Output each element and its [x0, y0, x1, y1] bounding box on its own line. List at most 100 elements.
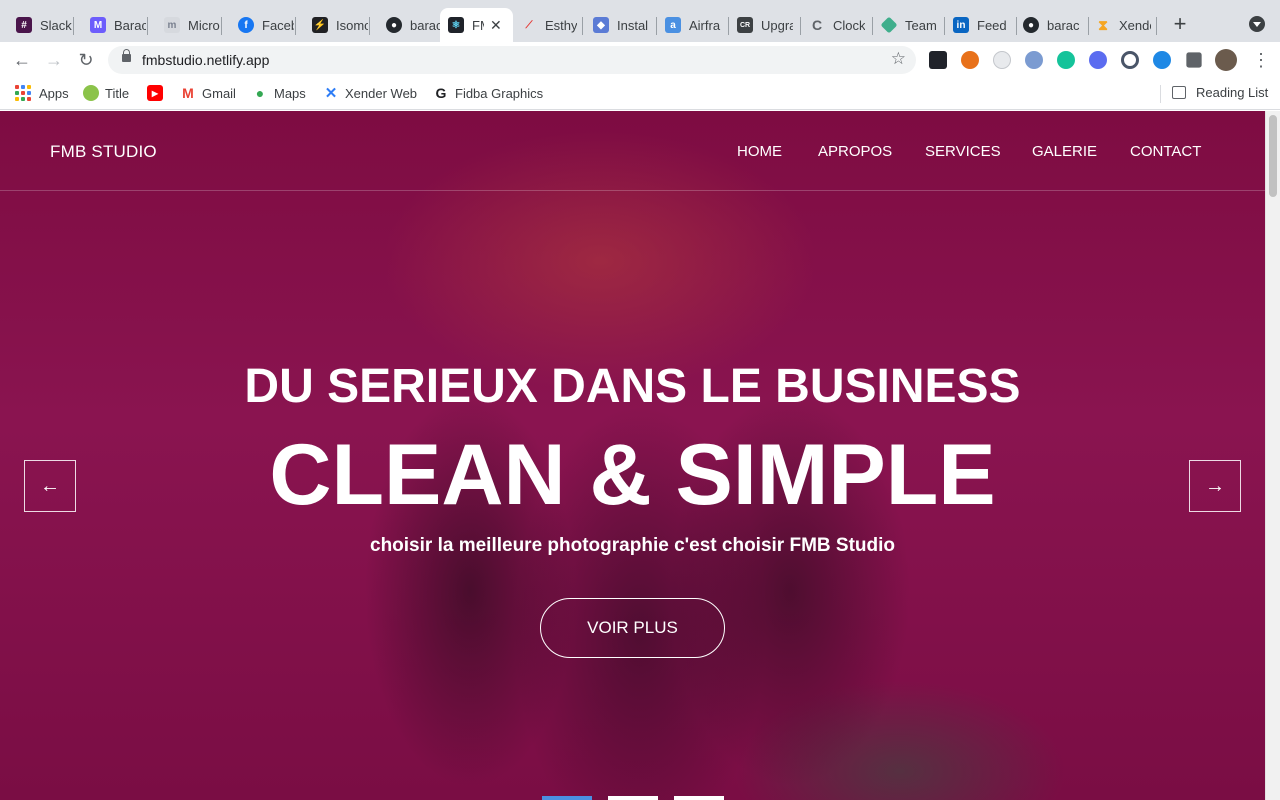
airframe-icon: a	[665, 17, 681, 33]
tab-title: Instal	[617, 17, 649, 33]
tab-fmb-active[interactable]: ⚛ FM ✕	[440, 8, 513, 42]
extension-blue-icon[interactable]	[1025, 51, 1043, 69]
previous-slide-arrow-icon[interactable]: ←	[24, 460, 76, 512]
scrollbar-thumb[interactable]	[1269, 115, 1277, 197]
address-bar[interactable]: fmbstudio.netlify.app ☆	[108, 46, 916, 74]
carousel-indicator-2[interactable]	[608, 796, 658, 800]
bookmark-xender-web[interactable]: ✕ Xender Web	[323, 85, 418, 102]
tab-strip: # Slack M Barac m Micro f Faceb ⚡ Isomo …	[0, 0, 1280, 42]
reload-icon[interactable]: ↻	[74, 48, 98, 72]
carousel-indicator-1[interactable]	[542, 796, 592, 800]
tab-title: Isomo	[336, 17, 368, 33]
bookmark-label: Fidba Graphics	[455, 85, 544, 101]
bookmark-fidba-graphics[interactable]: G Fidba Graphics	[433, 85, 544, 101]
bookmark-maps[interactable]: ● Maps	[252, 85, 306, 101]
extension-timer-icon[interactable]	[993, 51, 1011, 69]
bookmark-title[interactable]: Title	[83, 85, 129, 101]
maps-icon: ●	[255, 85, 265, 101]
reading-list-icon	[1172, 86, 1186, 99]
nav-home[interactable]: HOME	[737, 143, 782, 160]
clockify-icon: C	[811, 17, 823, 33]
bookmark-apps[interactable]: Apps	[15, 85, 69, 101]
nav-galerie[interactable]: GALERIE	[1032, 143, 1097, 160]
nav-contact[interactable]: CONTACT	[1130, 143, 1201, 160]
nav-services[interactable]: SERVICES	[925, 143, 1001, 160]
extension-drop-icon[interactable]	[1153, 51, 1171, 69]
tab-search-icon[interactable]	[1249, 16, 1265, 32]
back-arrow-icon[interactable]: ←	[10, 48, 34, 72]
hero-subheading: DU SERIEUX DANS LE BUSINESS	[244, 360, 1021, 413]
hero-heading: CLEAN & SIMPLE	[269, 427, 996, 523]
tab-title: Feed	[977, 17, 1007, 33]
nav-apropos[interactable]: APROPOS	[818, 143, 892, 160]
tab-isomo[interactable]: ⚡ Isomo	[296, 8, 370, 42]
bookmark-label: Title	[105, 85, 130, 101]
react-icon: ⚛	[448, 17, 464, 33]
tab-team[interactable]: Team	[873, 8, 945, 42]
tab-esthy[interactable]: ⟋ Esthy	[513, 8, 583, 42]
micro-icon: m	[164, 17, 180, 33]
new-tab-button[interactable]: +	[1168, 12, 1192, 36]
tab-clockify[interactable]: C Clock	[801, 8, 873, 42]
tab-title: barac	[1047, 17, 1079, 33]
brand-logo[interactable]: FMB STUDIO	[50, 142, 157, 162]
page-scrollbar[interactable]	[1265, 111, 1280, 800]
apps-icon	[15, 85, 31, 101]
react-devtools-icon[interactable]	[929, 51, 947, 69]
close-icon[interactable]: ✕	[490, 17, 502, 34]
bookmark-label: Xender Web	[345, 85, 418, 101]
tab-github-2[interactable]: ● barac	[1017, 8, 1089, 42]
bookmark-label: Apps	[39, 85, 69, 101]
extensions-puzzle-icon[interactable]	[1186, 52, 1202, 68]
tab-title: Barac	[114, 17, 146, 33]
grammarly-icon[interactable]	[1057, 51, 1075, 69]
bookmark-gmail[interactable]: M Gmail	[180, 85, 236, 101]
tab-title: Airfra	[689, 17, 721, 33]
clockify-extension-icon[interactable]	[1121, 51, 1139, 69]
bookmark-star-icon[interactable]: ☆	[891, 49, 906, 69]
tab-micro[interactable]: m Micro	[148, 8, 222, 42]
tab-xender[interactable]: ⧗ Xende	[1089, 8, 1157, 42]
tab-airframe[interactable]: a Airfra	[657, 8, 729, 42]
carousel-indicator-3[interactable]	[674, 796, 724, 800]
tab-barac[interactable]: M Barac	[74, 8, 148, 42]
tab-title: Clock	[833, 17, 865, 33]
tab-title: Slack	[40, 17, 72, 33]
gmail-icon: M	[182, 85, 194, 101]
tab-title: Esthy	[545, 17, 577, 33]
forward-arrow-icon[interactable]: →	[42, 48, 66, 72]
github-icon: ●	[386, 17, 402, 33]
tab-title: Xende	[1119, 17, 1151, 33]
extension-orange-icon[interactable]	[961, 51, 979, 69]
extension-star-icon[interactable]	[1089, 51, 1107, 69]
tab-install[interactable]: ◆ Instal	[583, 8, 657, 42]
xender-icon: ✕	[324, 85, 338, 102]
bookmark-youtube[interactable]: ▶	[147, 85, 169, 101]
tab-facebook[interactable]: f Faceb	[222, 8, 296, 42]
tab-slack[interactable]: # Slack	[0, 8, 74, 42]
tab-linkedin[interactable]: in Feed	[945, 8, 1017, 42]
title-icon	[83, 85, 99, 101]
barac-icon: M	[90, 17, 106, 33]
next-slide-arrow-icon[interactable]: →	[1189, 460, 1241, 512]
github-icon: ●	[1023, 17, 1039, 33]
linkedin-icon: in	[953, 17, 969, 33]
facebook-icon: f	[238, 17, 254, 33]
kebab-menu-icon[interactable]: ⋮	[1252, 48, 1270, 72]
tab-title: barac	[410, 17, 440, 33]
tab-github[interactable]: ● barac	[370, 8, 440, 42]
tab-upgrade[interactable]: CR Upgra	[729, 8, 801, 42]
tab-title: Team	[905, 17, 937, 33]
upgrade-icon: CR	[737, 17, 753, 33]
reading-list-button[interactable]: Reading List	[1160, 85, 1268, 103]
isomorphic-icon: ⚡	[312, 17, 328, 33]
voir-plus-button[interactable]: VOIR PLUS	[540, 598, 725, 658]
profile-avatar[interactable]	[1215, 49, 1237, 71]
install-icon: ◆	[593, 17, 609, 33]
hero-tagline: choisir la meilleure photographie c'est …	[370, 535, 895, 556]
fidba-icon: G	[435, 85, 447, 101]
team-icon	[880, 16, 898, 34]
esthy-icon: ⟋	[525, 19, 533, 31]
tab-title: Micro	[188, 17, 220, 33]
bookmark-label: Gmail	[202, 85, 236, 101]
